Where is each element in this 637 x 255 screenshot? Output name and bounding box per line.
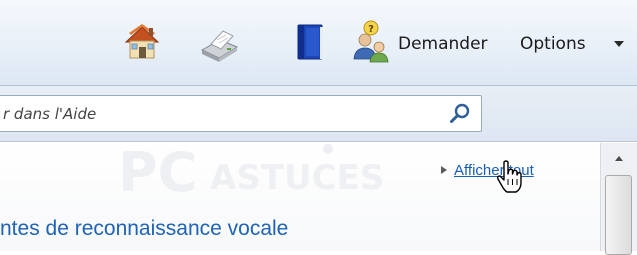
- search-icon: [450, 103, 470, 123]
- search-button[interactable]: [448, 102, 472, 126]
- search-box: [0, 95, 482, 132]
- hand-cursor-icon: [495, 159, 525, 195]
- search-bar: [0, 86, 637, 142]
- vertical-scrollbar[interactable]: [600, 143, 637, 255]
- options-button[interactable]: Options: [520, 33, 586, 55]
- svg-text:PC: PC: [118, 143, 197, 201]
- svg-text:?: ?: [368, 24, 374, 35]
- printer-icon: [200, 30, 239, 62]
- people-question-icon: ?: [353, 20, 389, 63]
- home-icon: [124, 24, 160, 59]
- search-input[interactable]: [3, 96, 423, 131]
- ask-label[interactable]: Demander: [398, 33, 488, 55]
- ask-button[interactable]: ?: [349, 20, 393, 64]
- home-button[interactable]: [120, 20, 164, 64]
- watermark-logo: PC ASTUCES: [118, 143, 408, 201]
- print-button[interactable]: [197, 20, 241, 64]
- chevron-up-icon: [614, 155, 623, 161]
- scroll-up-button[interactable]: [604, 146, 633, 170]
- chevron-down-icon[interactable]: [612, 37, 626, 51]
- section-title[interactable]: ntes de reconnaissance vocale: [0, 215, 288, 243]
- browse-help-button[interactable]: [287, 20, 331, 64]
- help-toolbar: ? Demander Options: [0, 0, 637, 86]
- book-icon: [297, 24, 323, 60]
- svg-text:ASTUCES: ASTUCES: [210, 158, 384, 198]
- scroll-thumb[interactable]: [605, 175, 632, 255]
- expand-triangle-icon: [441, 166, 447, 174]
- help-content: PC ASTUCES Afficher tout ntes de reconna…: [0, 143, 600, 251]
